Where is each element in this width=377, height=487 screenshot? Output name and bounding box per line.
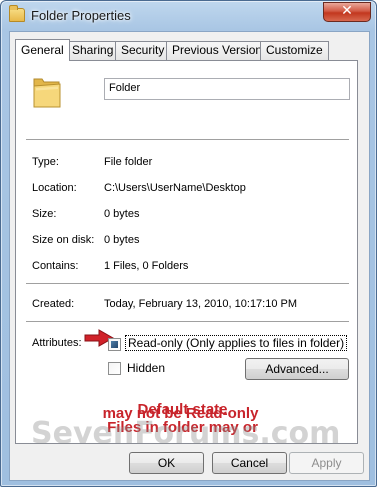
size-on-disk-value: 0 bytes — [104, 234, 140, 246]
readonly-checkbox[interactable] — [108, 338, 121, 351]
window-title: Folder Properties — [31, 8, 131, 23]
location-label: Location: — [32, 182, 77, 194]
apply-button[interactable]: Apply — [289, 452, 364, 474]
folder-name-input[interactable]: Folder — [104, 78, 350, 100]
size-label: Size: — [32, 208, 57, 220]
dialog-client: General Sharing Security Previous Versio… — [9, 31, 370, 481]
attributes-label: Attributes: — [32, 337, 82, 349]
location-value: C:\Users\UserName\Desktop — [104, 182, 246, 194]
folder-icon — [33, 78, 61, 108]
created-label: Created: — [32, 298, 75, 310]
hidden-label[interactable]: Hidden — [127, 361, 165, 375]
created-value: Today, February 13, 2010, 10:17:10 PM — [104, 298, 298, 310]
tab-sharing[interactable]: Sharing — [66, 41, 120, 60]
readonly-label[interactable]: Read-only (Only applies to files in fold… — [125, 335, 348, 351]
hidden-checkbox[interactable] — [108, 362, 121, 375]
contains-value: 1 Files, 0 Folders — [104, 260, 189, 272]
separator — [26, 321, 349, 322]
type-label: Type: — [32, 156, 59, 168]
type-value: File folder — [104, 156, 153, 168]
general-panel: Folder Type: File folder Location: C:\Us… — [15, 60, 358, 444]
tab-customize[interactable]: Customize — [260, 41, 329, 60]
contains-label: Contains: — [32, 260, 79, 272]
watermark-logo: SevenForums.com — [31, 416, 341, 451]
properties-window: Folder Properties ✕ General Sharing Secu… — [0, 0, 377, 487]
folder-icon — [9, 5, 25, 22]
tab-previous-versions[interactable]: Previous Versions — [166, 41, 275, 60]
size-value: 0 bytes — [104, 208, 140, 220]
separator — [26, 283, 349, 284]
advanced-button[interactable]: Advanced... — [245, 358, 349, 380]
separator — [26, 139, 349, 140]
tab-security[interactable]: Security — [115, 41, 171, 60]
close-button[interactable]: ✕ — [323, 2, 371, 22]
title-bar[interactable]: Folder Properties ✕ — [1, 1, 376, 31]
tab-general[interactable]: General — [15, 39, 70, 61]
cancel-button[interactable]: Cancel — [212, 452, 287, 474]
ok-button[interactable]: OK — [129, 452, 204, 474]
size-on-disk-label: Size on disk: — [32, 234, 95, 246]
